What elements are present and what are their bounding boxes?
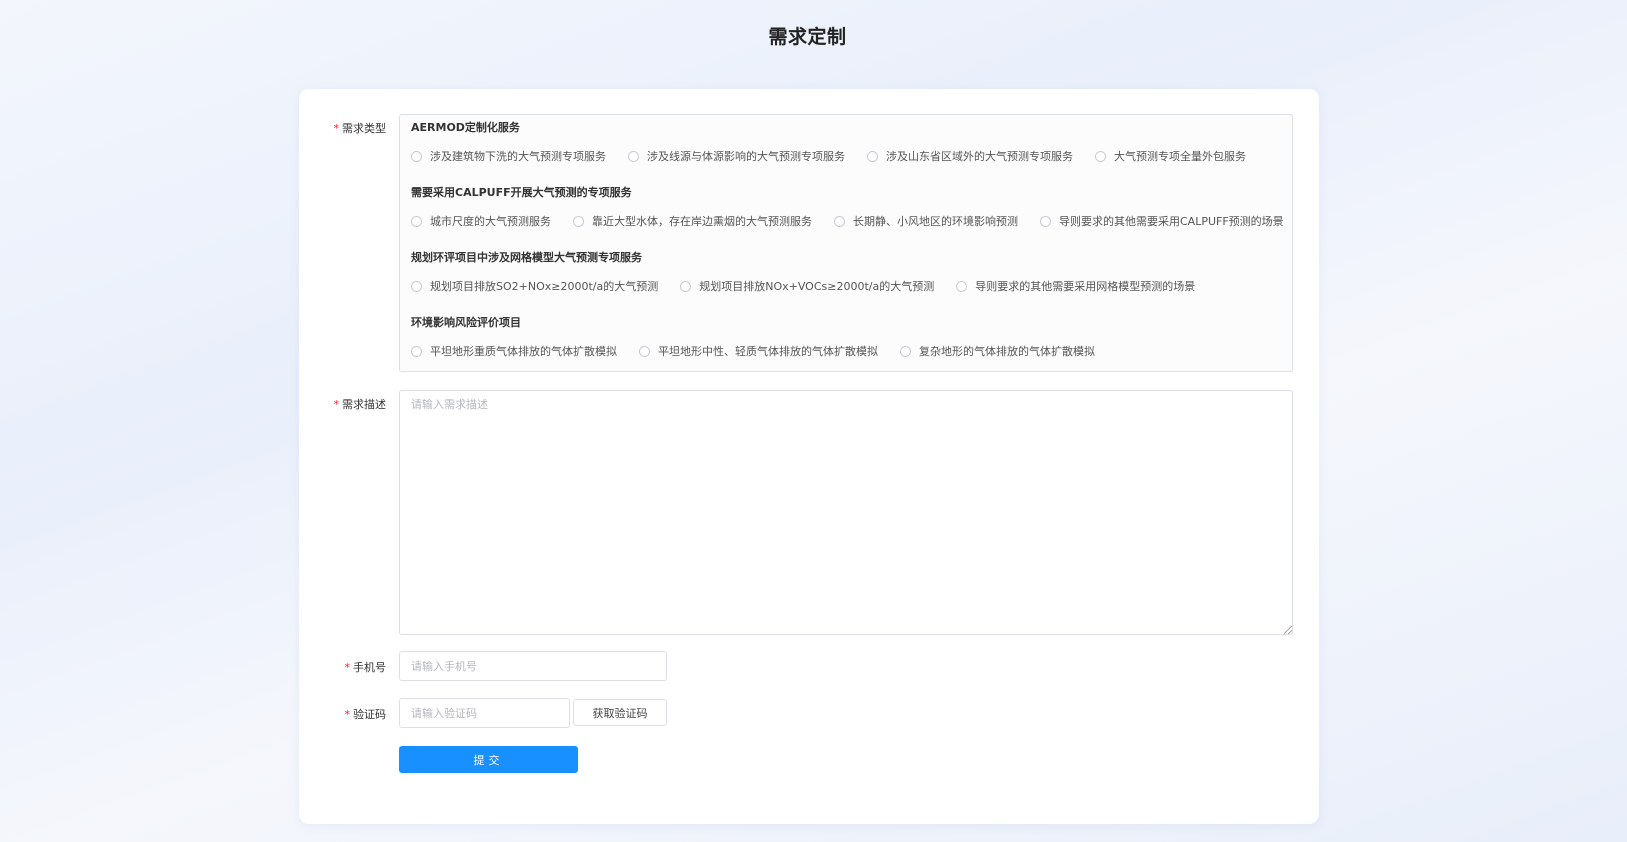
option-group-grid-model: 规划环评项目中涉及网格模型大气预测专项服务 规划项目排放SO2+NOx≥2000… (411, 250, 1217, 294)
option-label: 大气预测专项全量外包服务 (1114, 150, 1246, 163)
radio-circle-icon (639, 345, 650, 357)
option-radio[interactable]: 规划项目排放NOx+VOCs≥2000t/a的大气预测 (680, 278, 934, 294)
phone-label: * 手机号 (286, 659, 387, 675)
option-group-calpuff: 需要采用CALPUFF开展大气预测的专项服务 城市尺度的大气预测服务 靠近大型水… (411, 185, 1306, 229)
option-label: 涉及建筑物下洗的大气预测专项服务 (430, 150, 606, 163)
option-radio[interactable]: 靠近大型水体，存在岸边熏烟的大气预测服务 (573, 213, 812, 229)
option-label: 平坦地形重质气体排放的气体扩散模拟 (430, 345, 617, 358)
verification-code-label: * 验证码 (286, 706, 387, 722)
option-radio[interactable]: 大气预测专项全量外包服务 (1095, 148, 1246, 164)
option-label: 规划项目排放NOx+VOCs≥2000t/a的大气预测 (699, 280, 935, 293)
option-radio[interactable]: 平坦地形中性、轻质气体排放的气体扩散模拟 (639, 343, 878, 359)
option-radio[interactable]: 城市尺度的大气预测服务 (411, 213, 551, 229)
radio-circle-icon (1095, 150, 1106, 162)
option-label: 导则要求的其他需要采用CALPUFF预测的场景 (1059, 215, 1284, 228)
group-title: 需要采用CALPUFF开展大气预测的专项服务 (411, 186, 632, 199)
option-label: 城市尺度的大气预测服务 (430, 215, 551, 228)
option-radio[interactable]: 涉及山东省区域外的大气预测专项服务 (867, 148, 1073, 164)
phone-input[interactable] (399, 651, 667, 681)
phone-label-text: 手机号 (353, 661, 386, 674)
option-label: 长期静、小风地区的环境影响预测 (853, 215, 1018, 228)
option-radio[interactable]: 导则要求的其他需要采用CALPUFF预测的场景 (1040, 213, 1284, 229)
radio-circle-icon (1040, 215, 1051, 227)
radio-circle-icon (628, 150, 639, 162)
option-radio[interactable]: 规划项目排放SO2+NOx≥2000t/a的大气预测 (411, 278, 658, 294)
radio-circle-icon (411, 150, 422, 162)
description-textarea[interactable] (399, 390, 1293, 635)
option-label: 复杂地形的气体排放的气体扩散模拟 (919, 345, 1095, 358)
required-mark: * (333, 398, 340, 411)
option-label: 导则要求的其他需要采用网格模型预测的场景 (975, 280, 1196, 293)
submit-button[interactable]: 提交 (399, 746, 578, 773)
option-radio[interactable]: 导则要求的其他需要采用网格模型预测的场景 (956, 278, 1195, 294)
required-mark: * (344, 661, 351, 674)
option-radio[interactable]: 长期静、小风地区的环境影响预测 (834, 213, 1018, 229)
description-label-text: 需求描述 (342, 398, 386, 411)
option-label: 涉及线源与体源影响的大气预测专项服务 (647, 150, 845, 163)
description-label: * 需求描述 (286, 396, 387, 412)
option-label: 涉及山东省区域外的大气预测专项服务 (886, 150, 1073, 163)
verification-code-input[interactable] (399, 698, 570, 728)
radio-circle-icon (956, 280, 968, 292)
option-label: 平坦地形中性、轻质气体排放的气体扩散模拟 (658, 345, 878, 358)
option-group-aermod: AERMOD定制化服务 涉及建筑物下洗的大气预测专项服务 涉及线源与体源影响的大… (411, 120, 1268, 164)
verification-code-label-text: 验证码 (353, 708, 386, 721)
requirement-type-label-text: 需求类型 (342, 122, 386, 135)
radio-circle-icon (680, 280, 692, 292)
required-mark: * (344, 708, 351, 721)
get-verification-code-button[interactable]: 获取验证码 (573, 699, 667, 726)
requirement-type-options: AERMOD定制化服务 涉及建筑物下洗的大气预测专项服务 涉及线源与体源影响的大… (399, 114, 1293, 372)
radio-circle-icon (900, 345, 911, 357)
option-label: 靠近大型水体，存在岸边熏烟的大气预测服务 (592, 215, 812, 228)
option-radio[interactable]: 涉及建筑物下洗的大气预测专项服务 (411, 148, 606, 164)
radio-circle-icon (867, 150, 878, 162)
group-title: 环境影响风险评价项目 (411, 316, 521, 329)
radio-circle-icon (411, 280, 422, 292)
page-title: 需求定制 (768, 26, 847, 48)
option-radio[interactable]: 平坦地形重质气体排放的气体扩散模拟 (411, 343, 617, 359)
radio-circle-icon (573, 215, 584, 227)
required-mark: * (333, 122, 340, 135)
group-title: AERMOD定制化服务 (411, 121, 520, 134)
radio-circle-icon (834, 215, 845, 227)
radio-circle-icon (411, 215, 422, 227)
option-radio[interactable]: 涉及线源与体源影响的大气预测专项服务 (628, 148, 845, 164)
group-title: 规划环评项目中涉及网格模型大气预测专项服务 (411, 251, 642, 264)
option-label: 规划项目排放SO2+NOx≥2000t/a的大气预测 (430, 280, 659, 293)
option-group-risk-assessment: 环境影响风险评价项目 平坦地形重质气体排放的气体扩散模拟 平坦地形中性、轻质气体… (411, 315, 1117, 359)
radio-circle-icon (411, 345, 422, 357)
requirement-type-label: * 需求类型 (286, 120, 387, 136)
option-radio[interactable]: 复杂地形的气体排放的气体扩散模拟 (900, 343, 1095, 359)
resize-handle-icon[interactable] (1284, 626, 1292, 634)
